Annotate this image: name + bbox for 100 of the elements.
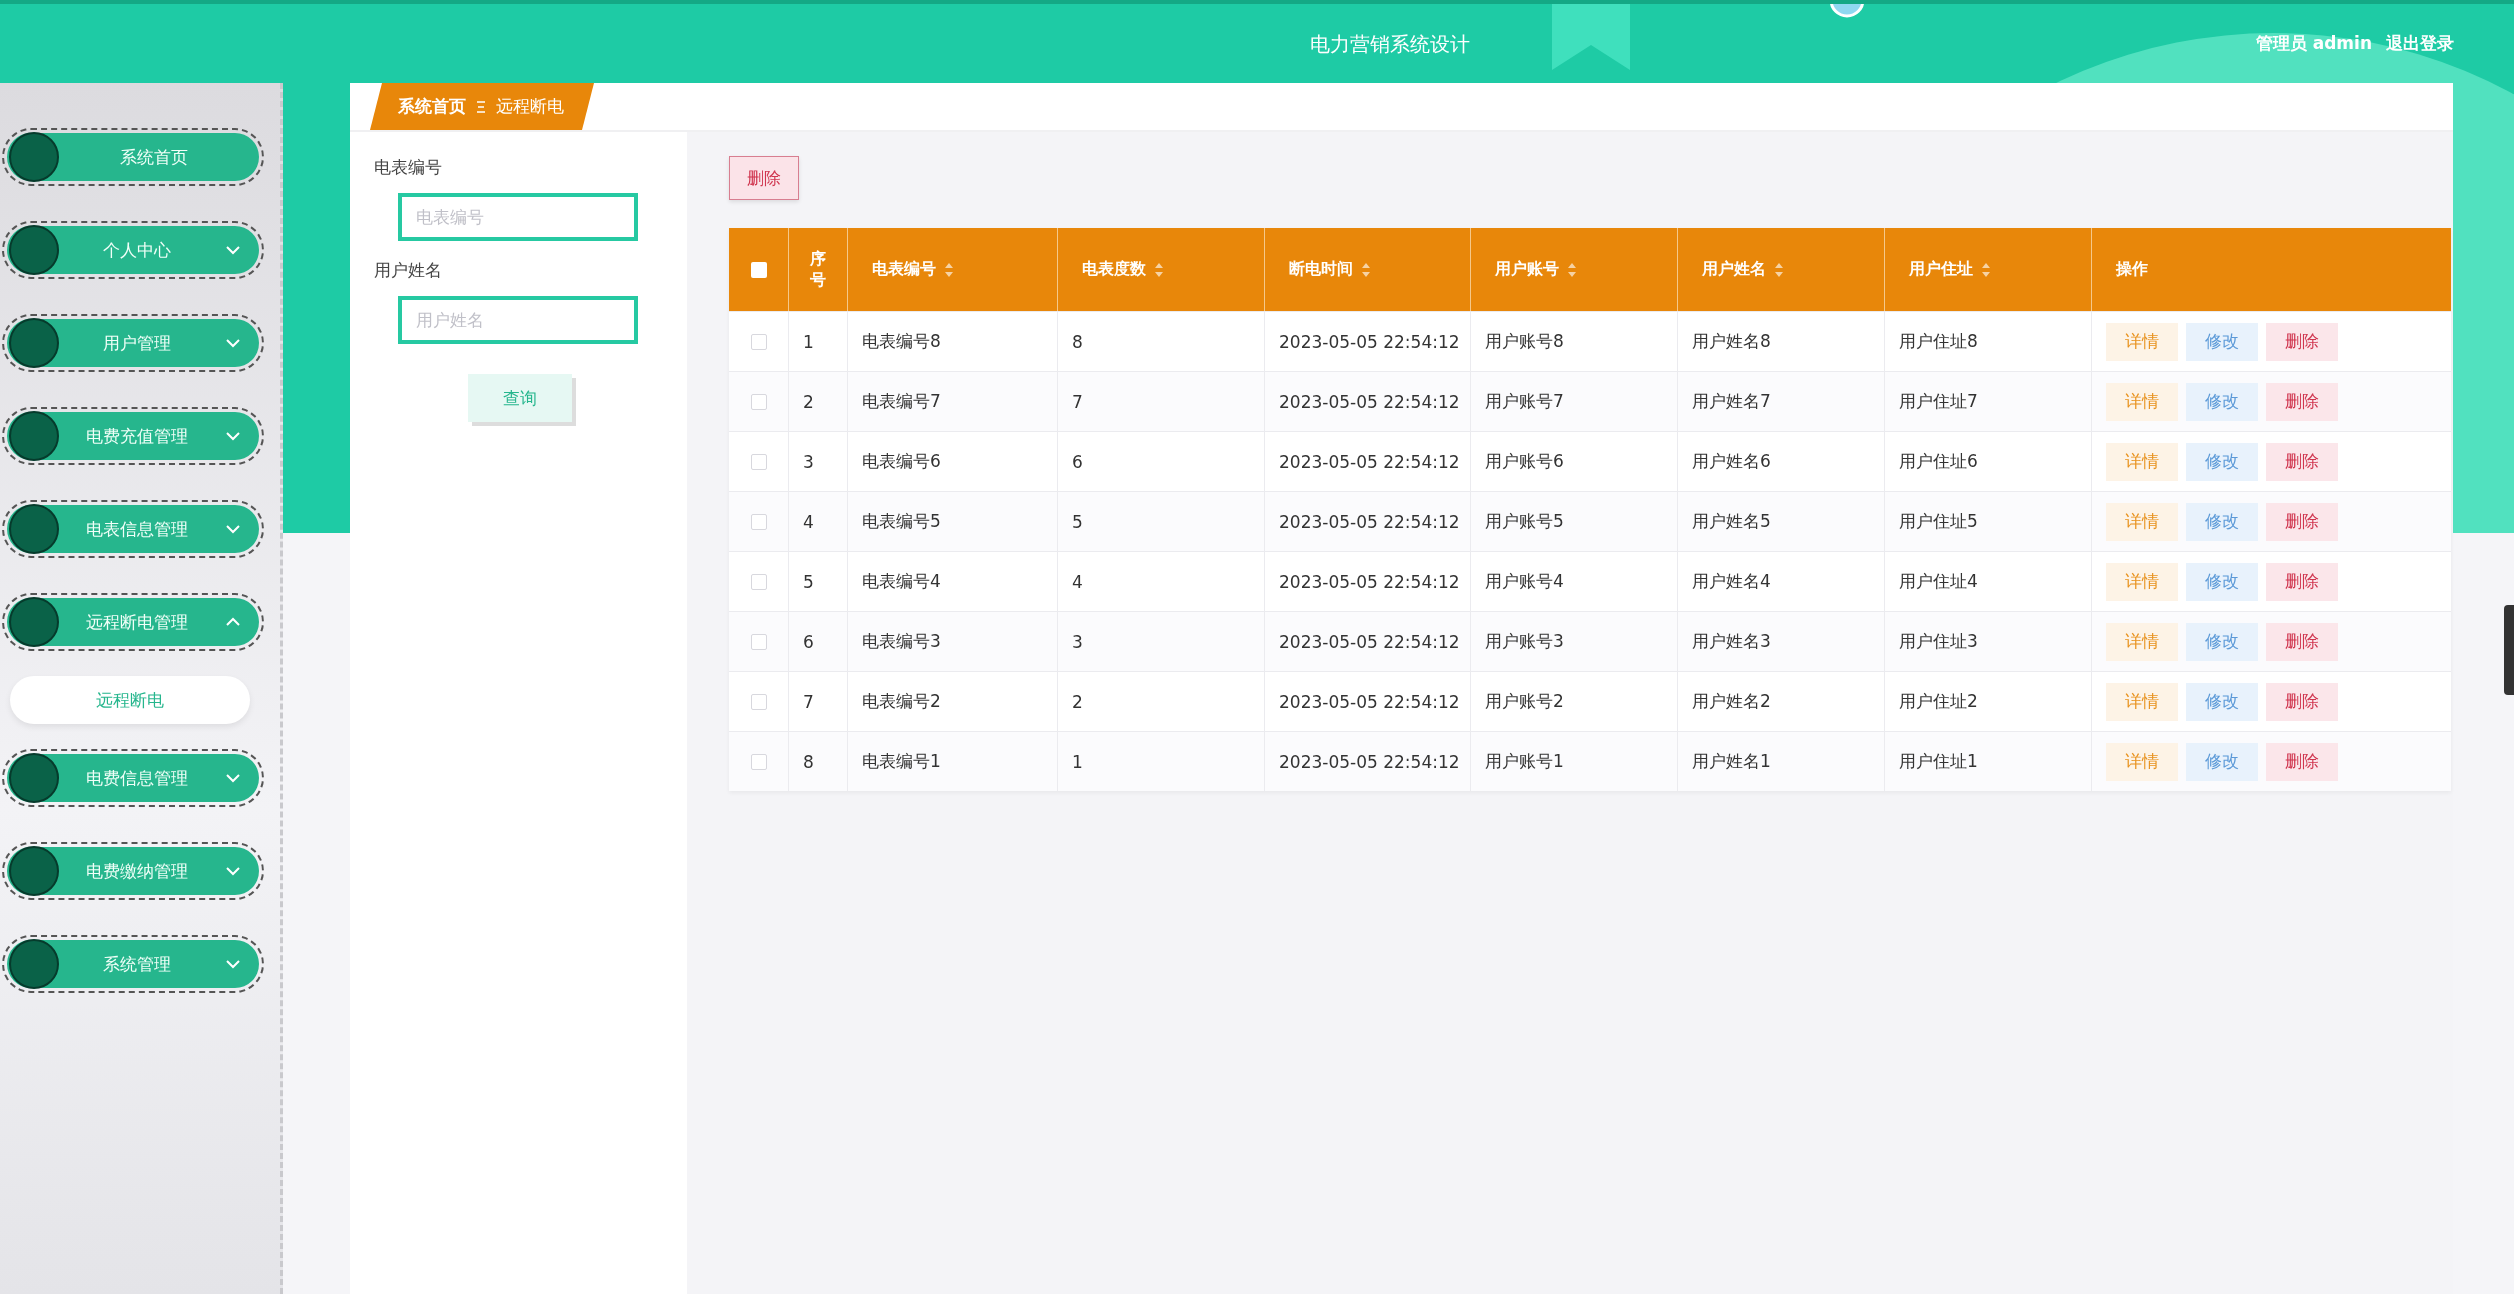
field-label: 用户姓名 xyxy=(374,259,443,282)
table-cell: 6 xyxy=(803,631,814,652)
table-cell: 2023-05-05 22:54:12 xyxy=(1279,571,1460,592)
sort-icon[interactable] xyxy=(944,261,954,278)
menu-item[interactable]: 电表信息管理 xyxy=(7,505,259,553)
menu-item[interactable]: 用户管理 xyxy=(7,319,259,367)
detail-button[interactable]: 详情 xyxy=(2106,322,2178,361)
chevron-up-icon xyxy=(225,617,241,627)
table-cell: 用户账号3 xyxy=(1485,630,1564,653)
search-field[interactable]: 电表编号 xyxy=(398,193,638,241)
sort-icon[interactable] xyxy=(1567,261,1577,278)
table-cell: 3 xyxy=(1072,631,1083,652)
delete-button[interactable]: 删除 xyxy=(2266,442,2338,481)
column-header[interactable]: 电表编号 xyxy=(872,259,936,280)
table-cell: 电表编号4 xyxy=(862,570,941,593)
edit-button[interactable]: 修改 xyxy=(2186,742,2258,781)
table-cell: 用户账号8 xyxy=(1485,330,1564,353)
table-cell: 电表编号3 xyxy=(862,630,941,653)
column-header[interactable]: 用户姓名 xyxy=(1702,259,1766,280)
circle-icon xyxy=(9,132,59,182)
edit-button[interactable]: 修改 xyxy=(2186,562,2258,601)
table-cell: 3 xyxy=(803,451,814,472)
sort-icon[interactable] xyxy=(1361,261,1371,278)
column-header[interactable]: 电表度数 xyxy=(1082,259,1146,280)
detail-button[interactable]: 详情 xyxy=(2106,742,2178,781)
edit-button[interactable]: 修改 xyxy=(2186,322,2258,361)
menu-item[interactable]: 电费信息管理 xyxy=(7,754,259,802)
column-header[interactable]: 断电时间 xyxy=(1289,259,1353,280)
menu-item[interactable]: 电费充值管理 xyxy=(7,412,259,460)
edit-button[interactable]: 修改 xyxy=(2186,622,2258,661)
table-cell: 用户账号4 xyxy=(1485,570,1564,593)
edit-button[interactable]: 修改 xyxy=(2186,502,2258,541)
delete-button[interactable]: 删除 xyxy=(2266,382,2338,421)
scrollbar-thumb[interactable] xyxy=(2504,605,2514,695)
circle-icon xyxy=(9,939,59,989)
circle-icon xyxy=(9,597,59,647)
row-checkbox[interactable] xyxy=(750,573,767,590)
edit-button[interactable]: 修改 xyxy=(2186,382,2258,421)
table-cell: 2 xyxy=(1072,691,1083,712)
row-checkbox[interactable] xyxy=(750,753,767,770)
delete-button[interactable]: 删除 xyxy=(2266,502,2338,541)
table-cell: 用户姓名2 xyxy=(1692,690,1771,713)
delete-button[interactable]: 删除 xyxy=(2266,682,2338,721)
detail-button[interactable]: 详情 xyxy=(2106,562,2178,601)
menu-item[interactable]: 系统管理 xyxy=(7,940,259,988)
circle-icon xyxy=(9,318,59,368)
column-header[interactable]: 用户账号 xyxy=(1495,259,1559,280)
submenu-item[interactable]: 远程断电 xyxy=(10,676,250,724)
row-checkbox[interactable] xyxy=(750,633,767,650)
row-checkbox[interactable] xyxy=(750,693,767,710)
chevron-down-icon xyxy=(225,524,241,534)
edit-button[interactable]: 修改 xyxy=(2186,442,2258,481)
table-cell: 2023-05-05 22:54:12 xyxy=(1279,751,1460,772)
table-cell: 1 xyxy=(803,331,814,352)
delete-button[interactable]: 删除 xyxy=(2266,322,2338,361)
row-checkbox[interactable] xyxy=(750,513,767,530)
delete-button[interactable]: 删除 xyxy=(2266,622,2338,661)
table-cell: 8 xyxy=(1072,331,1083,352)
table-cell: 用户住址8 xyxy=(1899,330,1978,353)
edit-button[interactable]: 修改 xyxy=(2186,682,2258,721)
detail-button[interactable]: 详情 xyxy=(2106,682,2178,721)
detail-button[interactable]: 详情 xyxy=(2106,622,2178,661)
delete-button[interactable]: 删除 xyxy=(2266,742,2338,781)
delete-button[interactable]: 删除 xyxy=(729,156,799,200)
detail-button[interactable]: 详情 xyxy=(2106,502,2178,541)
table-cell: 用户住址5 xyxy=(1899,510,1978,533)
table-cell: 用户姓名5 xyxy=(1692,510,1771,533)
table-cell: 用户账号6 xyxy=(1485,450,1564,473)
table-cell: 用户住址2 xyxy=(1899,690,1978,713)
table-cell: 用户姓名7 xyxy=(1692,390,1771,413)
sort-icon[interactable] xyxy=(1774,261,1784,278)
table-cell: 2023-05-05 22:54:12 xyxy=(1279,391,1460,412)
row-checkbox[interactable] xyxy=(750,453,767,470)
delete-button[interactable]: 删除 xyxy=(2266,562,2338,601)
search-field[interactable]: 用户姓名 xyxy=(398,296,638,344)
row-checkbox[interactable] xyxy=(750,393,767,410)
table-cell: 用户住址6 xyxy=(1899,450,1978,473)
detail-button[interactable]: 详情 xyxy=(2106,382,2178,421)
menu-item[interactable]: 电费缴纳管理 xyxy=(7,847,259,895)
column-header: 操作 xyxy=(2116,259,2148,280)
select-all-checkbox[interactable] xyxy=(750,261,767,278)
user-name: 管理员 admin xyxy=(2255,32,2372,55)
breadcrumb-link[interactable]: 系统首页 xyxy=(398,95,466,118)
column-header[interactable]: 用户住址 xyxy=(1909,259,1973,280)
menu-item[interactable]: 个人中心 xyxy=(7,226,259,274)
menu-item[interactable]: 远程断电管理 xyxy=(7,598,259,646)
logout-link[interactable]: 退出登录 xyxy=(2386,32,2454,55)
app-title: 电力营销系统设计 xyxy=(1310,30,1470,57)
detail-button[interactable]: 详情 xyxy=(2106,442,2178,481)
table-cell: 用户姓名4 xyxy=(1692,570,1771,593)
menu-item[interactable]: 系统首页 xyxy=(7,133,259,181)
sort-icon[interactable] xyxy=(1981,261,1991,278)
table-cell: 7 xyxy=(803,691,814,712)
chevron-down-icon xyxy=(225,245,241,255)
table-cell: 5 xyxy=(1072,511,1083,532)
table-cell: 用户账号2 xyxy=(1485,690,1564,713)
row-checkbox[interactable] xyxy=(750,333,767,350)
table-cell: 1 xyxy=(1072,751,1083,772)
sort-icon[interactable] xyxy=(1154,261,1164,278)
table-cell: 4 xyxy=(1072,571,1083,592)
